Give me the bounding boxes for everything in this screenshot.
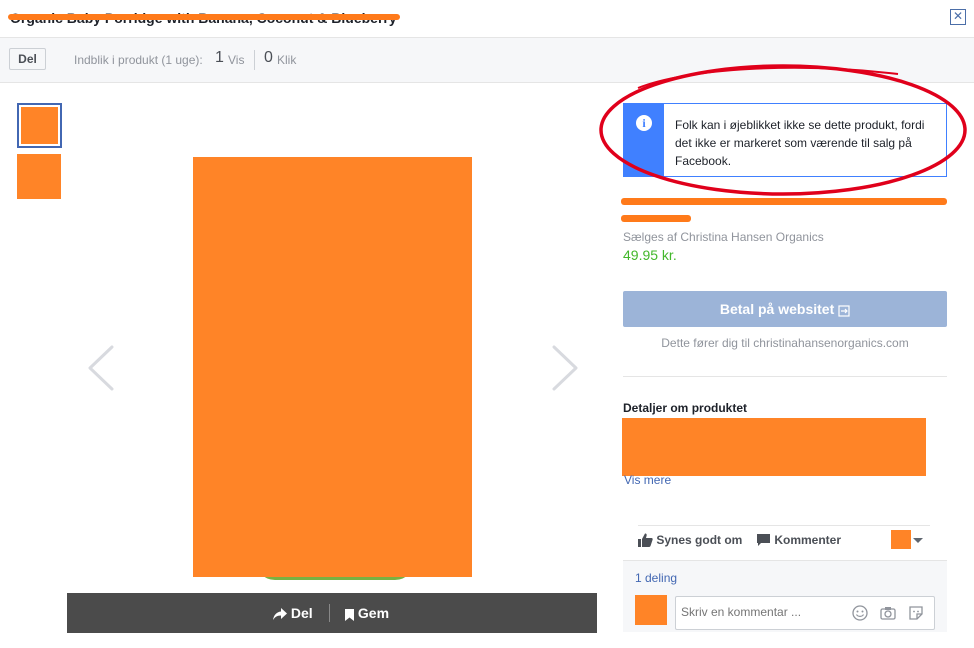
- share-arrow-icon: [273, 608, 287, 620]
- clicks-count: 0: [264, 49, 273, 66]
- comments-section: 1 deling: [623, 560, 947, 632]
- product-title-redaction-2: [621, 215, 691, 222]
- image-bar-divider: [329, 604, 330, 622]
- thumbnail-1-selected[interactable]: [17, 103, 62, 148]
- dialog-header: Organic Baby Porridge with Banana, Cocon…: [0, 0, 974, 38]
- comment-input-box[interactable]: [675, 596, 935, 630]
- section-divider: [623, 376, 947, 377]
- details-heading: Detaljer om produktet: [623, 401, 748, 415]
- comment-label: Kommenter: [774, 533, 842, 547]
- chevron-left-icon[interactable]: [84, 343, 120, 393]
- insight-label: Indblik i produkt (1 uge):: [74, 53, 203, 67]
- commenter-avatar: [635, 595, 667, 625]
- like-label: Synes godt om: [656, 533, 743, 547]
- sticker-icon[interactable]: [908, 605, 924, 621]
- camera-icon[interactable]: [880, 605, 896, 621]
- thumbs-up-icon: [638, 533, 653, 547]
- product-image-redacted: [193, 157, 472, 577]
- pay-button-label: Betal på websitet: [719, 301, 835, 317]
- redirect-note: Dette fører dig til christinahansenorgan…: [661, 336, 909, 350]
- thumbnail-2[interactable]: [17, 154, 61, 199]
- chevron-right-icon[interactable]: [546, 343, 582, 393]
- image-save-button[interactable]: Gem: [345, 605, 389, 621]
- close-icon[interactable]: ✕: [950, 9, 966, 25]
- comment-bubble-icon: [757, 534, 770, 546]
- comment-input[interactable]: [681, 605, 841, 619]
- external-link-icon: [838, 305, 850, 317]
- actor-avatar[interactable]: [891, 530, 911, 549]
- price-text: 49.95 kr.: [623, 247, 677, 263]
- thumbnail-redaction: [21, 107, 58, 144]
- annotation-ellipse: [599, 64, 967, 196]
- see-more-link[interactable]: Vis mere: [624, 473, 671, 487]
- actions-divider: [638, 525, 930, 526]
- image-action-bar: Del Gem: [67, 593, 597, 633]
- bookmark-icon: [345, 609, 354, 621]
- comment-button[interactable]: Kommenter: [756, 533, 841, 547]
- clicks-label: Klik: [277, 53, 297, 67]
- pay-on-website-button[interactable]: Betal på websitet: [623, 291, 947, 327]
- share-count-link[interactable]: 1 deling: [635, 571, 677, 585]
- seller-text: Sælges af Christina Hansen Organics: [623, 230, 824, 244]
- chevron-down-icon[interactable]: [913, 538, 923, 543]
- title-redaction-scribble: [8, 14, 400, 20]
- image-save-label: Gem: [357, 605, 390, 621]
- image-share-button[interactable]: Del: [273, 605, 313, 621]
- product-title-redaction-1: [621, 198, 947, 205]
- emoji-icon[interactable]: [852, 605, 868, 621]
- details-redaction: [622, 418, 926, 476]
- like-button[interactable]: Synes godt om: [638, 533, 742, 547]
- image-share-label: Del: [290, 605, 313, 621]
- views-count: 1: [215, 49, 224, 66]
- views-label: Vis: [228, 53, 245, 67]
- toolbar-divider: [254, 50, 255, 70]
- share-button[interactable]: Del: [9, 48, 46, 70]
